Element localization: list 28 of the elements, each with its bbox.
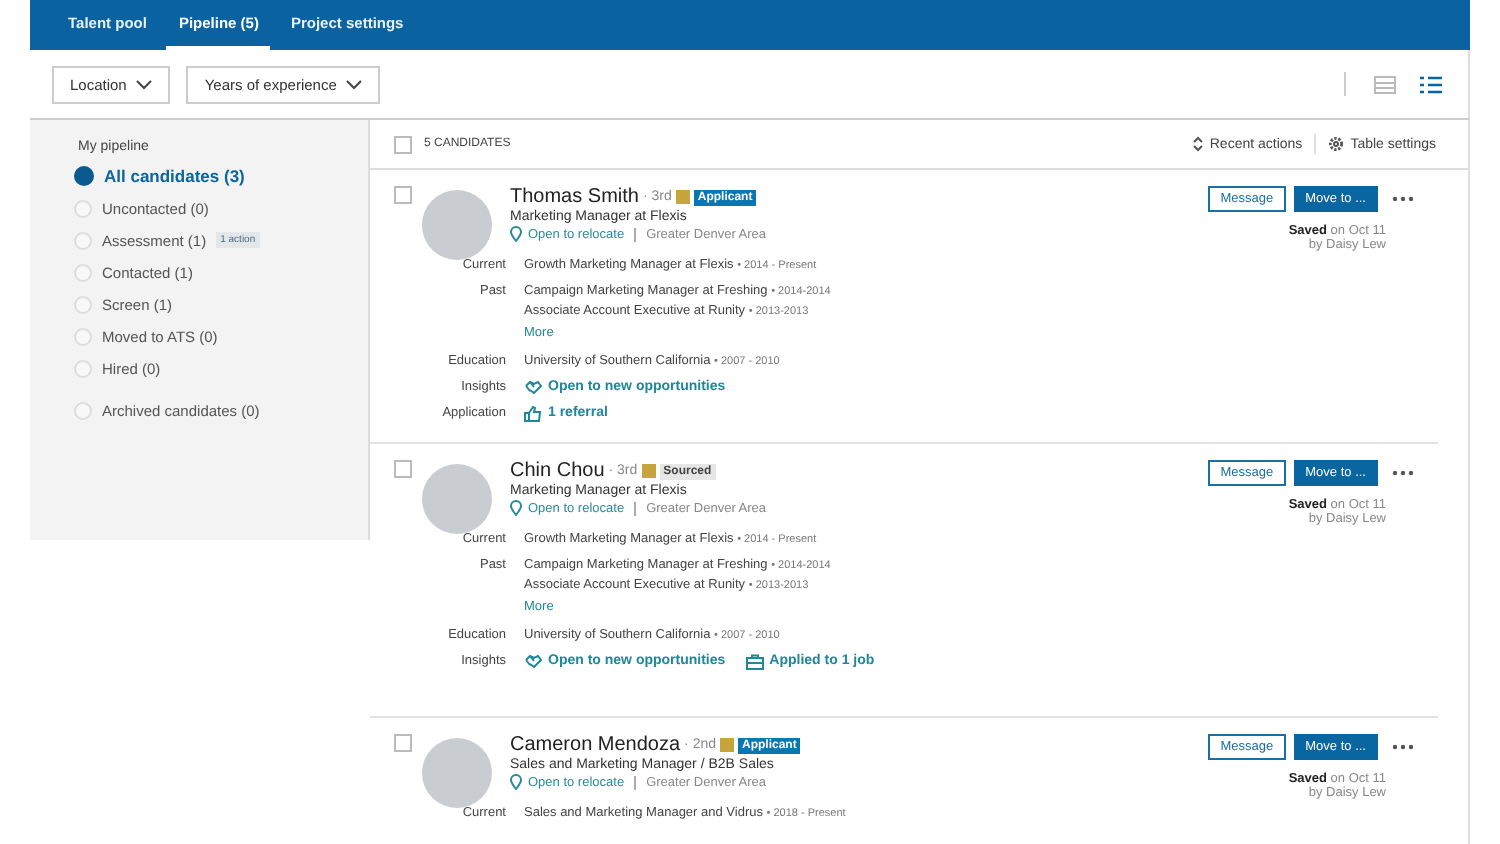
sort-icon (1191, 136, 1204, 152)
briefcase-icon (745, 654, 764, 670)
handshake-icon (524, 654, 542, 670)
more-options-icon[interactable] (1392, 744, 1414, 750)
table-view-button[interactable] (1370, 75, 1400, 93)
chevron-down-icon (136, 79, 153, 89)
location-pin-icon (510, 774, 522, 790)
avatar-placeholder (422, 464, 492, 534)
handshake-icon (524, 380, 542, 396)
location-pin-icon (510, 226, 522, 242)
chevron-down-icon (346, 79, 363, 89)
select-all-checkbox[interactable] (394, 135, 412, 153)
candidate-checkbox[interactable] (394, 460, 412, 478)
avatar-placeholder (422, 190, 492, 260)
more-options-icon[interactable] (1392, 470, 1414, 476)
candidate-checkbox[interactable] (394, 734, 412, 752)
candidate-name[interactable]: Thomas Smith (510, 186, 639, 208)
thumbs-up-icon (524, 406, 542, 422)
location-pin-icon (510, 500, 522, 516)
candidate-name[interactable]: Cameron Mendoza (510, 734, 681, 756)
candidate-checkbox[interactable] (394, 186, 412, 204)
settings-icon (1328, 136, 1345, 152)
candidate-name[interactable]: Chin Chou (510, 460, 605, 482)
stage-link[interactable]: All candidates (3) (104, 166, 245, 186)
more-options-icon[interactable] (1392, 196, 1414, 202)
stage-radio-icon[interactable] (74, 166, 94, 186)
list-view-button[interactable] (1416, 75, 1446, 93)
avatar-placeholder (422, 738, 492, 808)
